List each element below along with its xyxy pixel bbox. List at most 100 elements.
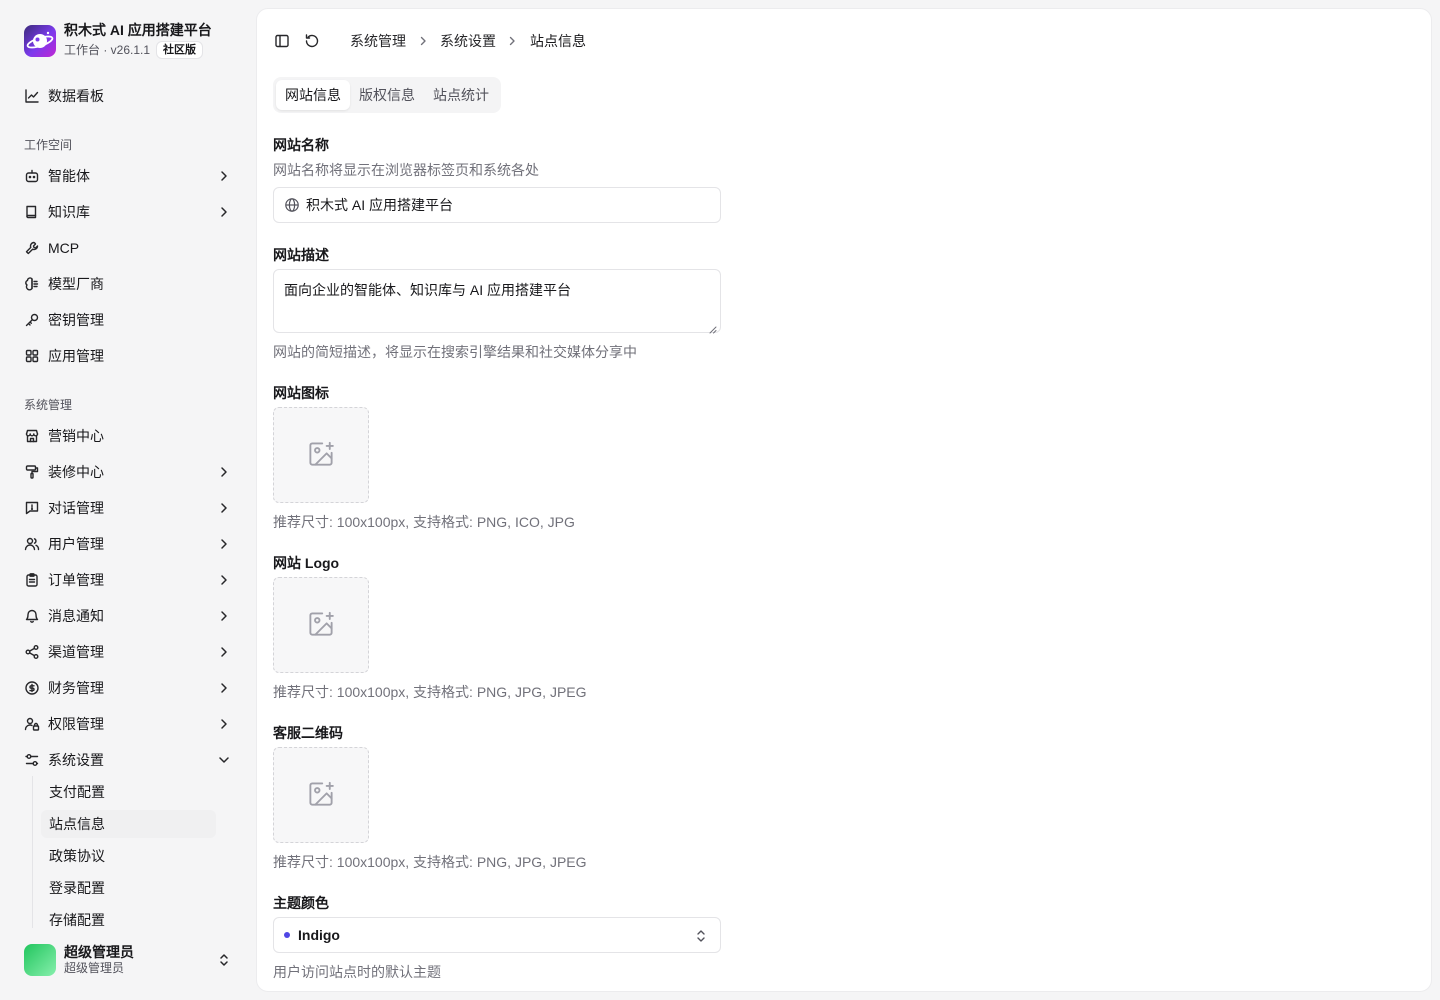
sidebar-item-apps[interactable]: 应用管理 bbox=[16, 340, 240, 372]
key-icon bbox=[24, 312, 40, 328]
wrench-icon bbox=[24, 240, 40, 256]
site-desc-label: 网站描述 bbox=[273, 247, 329, 263]
sidebar-item-label: 知识库 bbox=[48, 204, 90, 220]
site-name-help: 网站名称将显示在浏览器标签页和系统各处 bbox=[273, 162, 539, 178]
chevron-right-icon bbox=[216, 680, 232, 696]
theme-color-select[interactable]: Indigo bbox=[273, 917, 721, 953]
site-logo-help: 推荐尺寸: 100x100px, 支持格式: PNG, JPG, JPEG bbox=[273, 684, 587, 700]
sidebar-subitem-site-info[interactable]: 站点信息 bbox=[41, 810, 216, 838]
sidebar-item-label: 营销中心 bbox=[48, 428, 104, 444]
theme-color-value: Indigo bbox=[298, 927, 340, 943]
site-name-value: 积木式 AI 应用搭建平台 bbox=[306, 197, 454, 213]
grid-icon bbox=[24, 348, 40, 364]
site-icon-upload[interactable] bbox=[273, 407, 369, 503]
planet-logo-icon bbox=[24, 24, 56, 57]
chevron-right-icon bbox=[216, 644, 232, 660]
site-name-label: 网站名称 bbox=[273, 137, 329, 153]
refresh-icon[interactable] bbox=[303, 32, 321, 50]
chevron-right-icon bbox=[216, 716, 232, 732]
brand[interactable]: 积木式 AI 应用搭建平台 工作台 · v26.1.1 社区版 bbox=[24, 22, 212, 59]
image-plus-icon bbox=[306, 439, 336, 472]
book-icon bbox=[24, 204, 40, 220]
sidebar-item-permissions[interactable]: 权限管理 bbox=[16, 708, 240, 740]
sidebar-subitem-payment[interactable]: 支付配置 bbox=[41, 778, 216, 806]
sidebar-item-channels[interactable]: 渠道管理 bbox=[16, 636, 240, 668]
sidebar-item-marketing[interactable]: 营销中心 bbox=[16, 420, 240, 452]
sidebar-item-conversations[interactable]: 对话管理 bbox=[16, 492, 240, 524]
site-desc-textarea[interactable]: 面向企业的智能体、知识库与 AI 应用搭建平台 bbox=[273, 269, 721, 334]
sidebar-subitem-storage[interactable]: 存储配置 bbox=[41, 906, 216, 934]
breadcrumb-item[interactable]: 系统管理 bbox=[350, 32, 406, 50]
edition-badge: 社区版 bbox=[156, 41, 204, 59]
brain-icon bbox=[24, 276, 40, 292]
message-alert-icon bbox=[24, 500, 40, 516]
avatar bbox=[24, 944, 56, 976]
share-icon bbox=[24, 644, 40, 660]
sidebar-toggle-icon[interactable] bbox=[273, 32, 291, 50]
user-lock-icon bbox=[24, 716, 40, 732]
site-desc-value: 面向企业的智能体、知识库与 AI 应用搭建平台 bbox=[284, 282, 572, 298]
tab-statistics[interactable]: 站点统计 bbox=[424, 80, 498, 110]
settings-sliders-icon bbox=[24, 752, 40, 768]
chevron-right-icon bbox=[216, 168, 232, 184]
sidebar-subitem-policy[interactable]: 政策协议 bbox=[41, 842, 216, 870]
sidebar-item-users[interactable]: 用户管理 bbox=[16, 528, 240, 560]
brand-subtitle: 工作台 · v26.1.1 bbox=[64, 43, 151, 57]
breadcrumb-item[interactable]: 系统设置 bbox=[440, 32, 496, 50]
submenu-guide-line bbox=[32, 776, 33, 928]
theme-color-swatch bbox=[284, 932, 290, 938]
chevron-down-icon bbox=[216, 752, 232, 768]
theme-color-label: 主题颜色 bbox=[273, 895, 329, 911]
sidebar-item-knowledge[interactable]: 知识库 bbox=[16, 196, 240, 228]
site-logo-label: 网站 Logo bbox=[273, 555, 340, 571]
sidebar-item-dashboard[interactable]: 数据看板 bbox=[16, 80, 240, 112]
sidebar-item-model-providers[interactable]: 模型厂商 bbox=[16, 268, 240, 300]
paint-roller-icon bbox=[24, 464, 40, 480]
sidebar-item-label: 智能体 bbox=[48, 168, 90, 184]
bell-icon bbox=[24, 608, 40, 624]
sidebar-item-orders[interactable]: 订单管理 bbox=[16, 564, 240, 596]
resize-handle-icon[interactable] bbox=[709, 321, 717, 334]
tab-site-info[interactable]: 网站信息 bbox=[276, 80, 350, 110]
site-desc-help: 网站的简短描述，将显示在搜索引擎结果和社交媒体分享中 bbox=[273, 344, 637, 360]
sidebar-item-decoration[interactable]: 装修中心 bbox=[16, 456, 240, 488]
sidebar-item-finance[interactable]: 财务管理 bbox=[16, 672, 240, 704]
group-title-system: 系统管理 bbox=[24, 398, 73, 412]
sidebar-item-agents[interactable]: 智能体 bbox=[16, 160, 240, 192]
user-menu[interactable]: 超级管理员 超级管理员 bbox=[24, 944, 240, 976]
site-logo-upload[interactable] bbox=[273, 577, 369, 673]
sidebar-item-label: MCP bbox=[48, 240, 80, 256]
site-name-input[interactable]: 积木式 AI 应用搭建平台 bbox=[273, 187, 721, 223]
sidebar-item-label: 渠道管理 bbox=[48, 644, 104, 660]
main-panel: 系统管理 系统设置 站点信息 网站信息 版权信息 站点统计 网站名称 网站名称将… bbox=[256, 8, 1432, 992]
tab-copyright[interactable]: 版权信息 bbox=[350, 80, 424, 110]
user-name: 超级管理员 bbox=[64, 944, 134, 960]
chevron-right-icon bbox=[416, 34, 430, 48]
sidebar-item-label: 系统设置 bbox=[48, 752, 104, 768]
sidebar-item-label: 对话管理 bbox=[48, 500, 104, 516]
chart-line-icon bbox=[24, 88, 40, 104]
sidebar-item-keys[interactable]: 密钥管理 bbox=[16, 304, 240, 336]
site-icon-help: 推荐尺寸: 100x100px, 支持格式: PNG, ICO, JPG bbox=[273, 514, 575, 530]
qr-code-upload[interactable] bbox=[273, 747, 369, 843]
chevron-right-icon bbox=[216, 464, 232, 480]
chevron-right-icon bbox=[216, 500, 232, 516]
store-icon bbox=[24, 428, 40, 444]
sidebar: 积木式 AI 应用搭建平台 工作台 · v26.1.1 社区版 数据看板 工作空… bbox=[0, 0, 256, 1000]
sidebar-item-label: 消息通知 bbox=[48, 608, 104, 624]
image-plus-icon bbox=[306, 609, 336, 642]
bot-icon bbox=[24, 168, 40, 184]
site-icon-label: 网站图标 bbox=[273, 385, 329, 401]
sidebar-item-label: 权限管理 bbox=[48, 716, 104, 732]
qr-code-label: 客服二维码 bbox=[273, 725, 343, 741]
dollar-circle-icon bbox=[24, 680, 40, 696]
sidebar-item-mcp[interactable]: MCP bbox=[16, 232, 240, 264]
sidebar-item-system-settings[interactable]: 系统设置 bbox=[16, 744, 240, 776]
sidebar-item-label: 订单管理 bbox=[48, 572, 104, 588]
breadcrumb-current: 站点信息 bbox=[530, 33, 586, 49]
chevron-right-icon bbox=[216, 572, 232, 588]
sidebar-item-notifications[interactable]: 消息通知 bbox=[16, 600, 240, 632]
sidebar-subitem-login[interactable]: 登录配置 bbox=[41, 874, 216, 902]
sidebar-item-label: 数据看板 bbox=[48, 88, 104, 104]
sidebar-item-label: 密钥管理 bbox=[48, 312, 104, 328]
